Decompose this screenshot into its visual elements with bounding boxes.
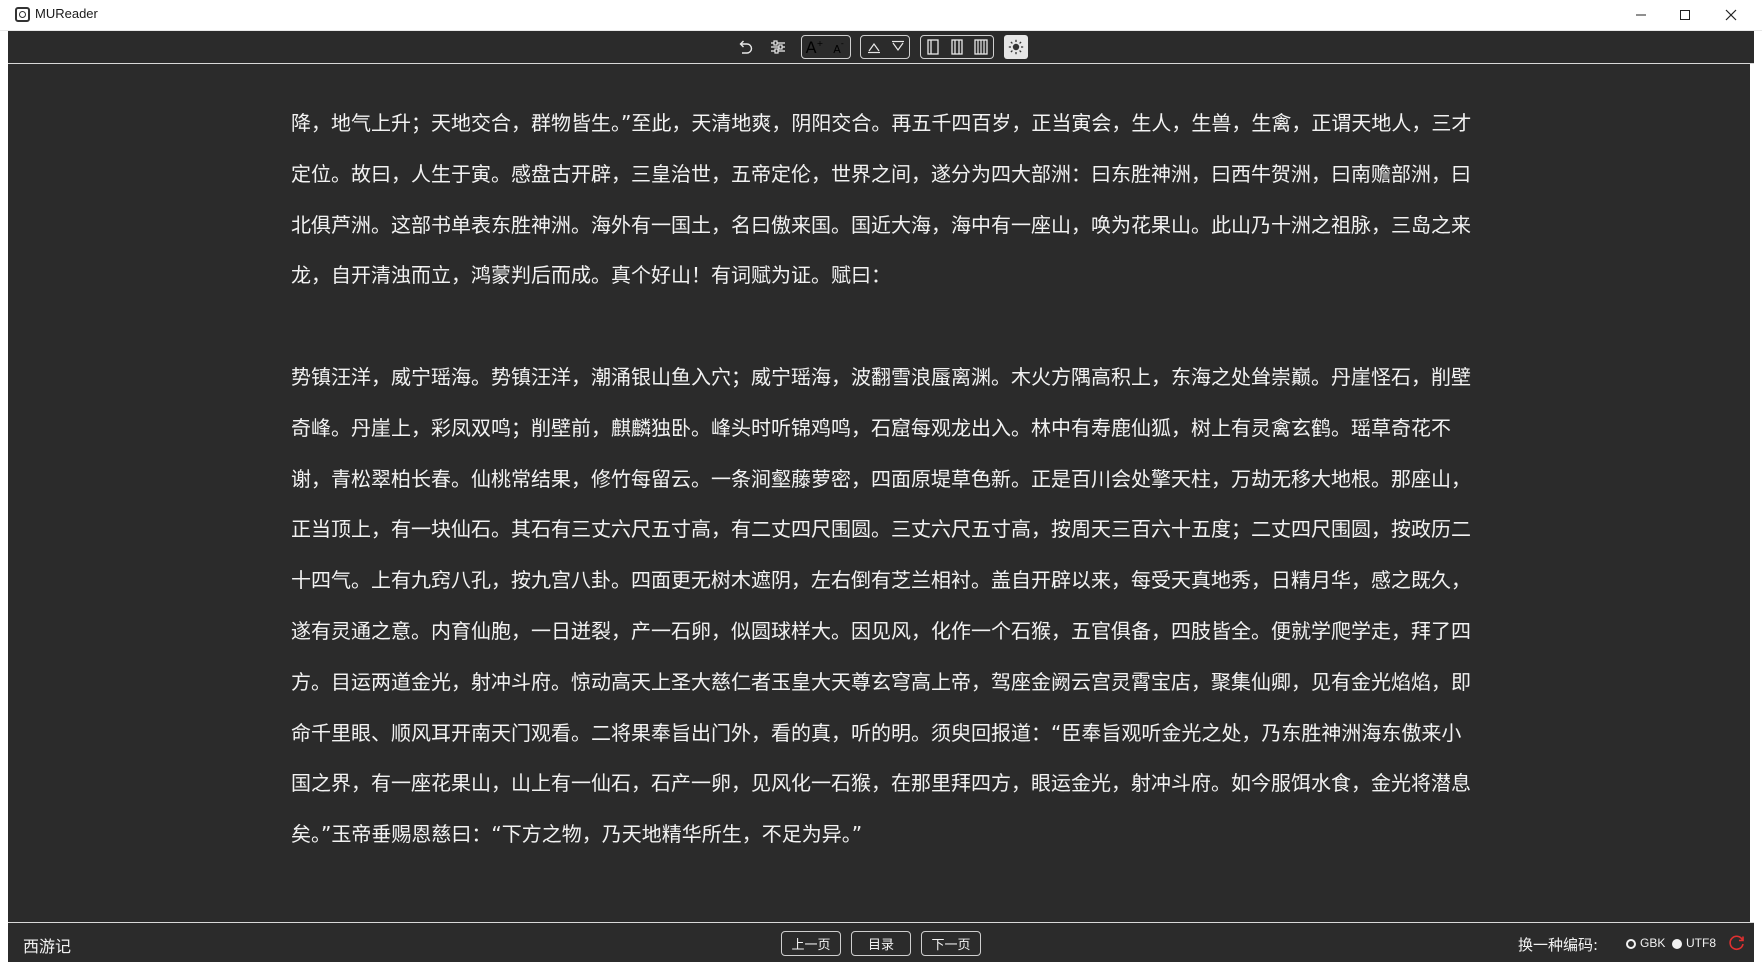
brightness-icon bbox=[1008, 39, 1024, 55]
book-text: 降，地气上升；天地交合，群物皆生。”至此，天清地爽，阴阳交合。再五千四百岁，正当… bbox=[291, 98, 1481, 860]
bottom-bar: 西游记 上一页 目录 下一页 换一种编码: GBK UTF8 bbox=[8, 922, 1754, 962]
sliders-icon bbox=[771, 40, 785, 54]
minus-icon: - bbox=[840, 38, 844, 48]
line-spacing-up-button[interactable] bbox=[861, 36, 886, 58]
line-spacing-group bbox=[860, 35, 910, 59]
encoding-gbk-radio[interactable] bbox=[1626, 939, 1636, 949]
maximize-button[interactable] bbox=[1662, 0, 1708, 30]
double-column-icon bbox=[951, 39, 963, 55]
font-size-group: A + A- bbox=[801, 35, 851, 59]
line-spacing-down-button[interactable] bbox=[886, 36, 909, 58]
undo-icon bbox=[739, 40, 753, 54]
window-titlebar: MUReader bbox=[0, 0, 1762, 31]
encoding-label: 换一种编码: bbox=[1518, 936, 1599, 954]
close-button[interactable] bbox=[1708, 0, 1754, 30]
font-increase-label: A bbox=[805, 37, 817, 57]
single-column-icon bbox=[927, 39, 939, 55]
encoding-utf8-label[interactable]: UTF8 bbox=[1686, 936, 1716, 950]
font-decrease-button[interactable]: A- bbox=[827, 36, 850, 58]
column-layout-group bbox=[920, 35, 994, 59]
encoding-utf8-radio[interactable] bbox=[1672, 939, 1682, 949]
paragraph: 降，地气上升；天地交合，群物皆生。”至此，天清地爽，阴阳交合。再五千四百岁，正当… bbox=[291, 111, 1472, 288]
reader-app: A + A- 降，地气上升；天地交合，群物皆生。”至此，天清地爽，阴阳交合。再五… bbox=[8, 31, 1754, 962]
minimize-icon bbox=[1636, 14, 1646, 16]
minimize-button[interactable] bbox=[1618, 0, 1664, 30]
paragraph: 势镇汪洋，威宁瑶海。势镇汪洋，潮涌银山鱼入穴；威宁瑶海，波翻雪浪蜃离渊。木火方隅… bbox=[291, 364, 1471, 847]
font-increase-button[interactable]: A + bbox=[802, 36, 827, 58]
settings-button[interactable] bbox=[766, 35, 790, 59]
refresh-button[interactable] bbox=[1728, 934, 1746, 956]
double-column-button[interactable] bbox=[945, 36, 969, 58]
font-decrease-label: A bbox=[833, 42, 841, 56]
toolbar: A + A- bbox=[8, 31, 1754, 64]
single-column-button[interactable] bbox=[921, 36, 945, 58]
triple-column-button[interactable] bbox=[969, 36, 993, 58]
plus-icon: + bbox=[816, 38, 824, 48]
next-page-button[interactable]: 下一页 bbox=[921, 931, 981, 956]
encoding-gbk-label[interactable]: GBK bbox=[1640, 936, 1665, 950]
undo-button[interactable] bbox=[733, 35, 757, 59]
reading-area[interactable]: 降，地气上升；天地交合，群物皆生。”至此，天清地爽，阴阳交合。再五千四百岁，正当… bbox=[8, 64, 1754, 922]
triangle-down-icon bbox=[891, 40, 904, 52]
window-title: MUReader bbox=[35, 6, 98, 21]
theme-toggle-button[interactable] bbox=[1004, 35, 1028, 59]
triangle-up-icon bbox=[867, 42, 880, 54]
close-icon bbox=[1725, 9, 1737, 21]
refresh-icon bbox=[1729, 935, 1744, 951]
maximize-icon bbox=[1680, 10, 1690, 20]
scrollbar[interactable] bbox=[1750, 64, 1754, 922]
triple-column-icon bbox=[974, 39, 988, 55]
book-title: 西游记 bbox=[23, 937, 72, 956]
prev-page-button[interactable]: 上一页 bbox=[781, 931, 841, 956]
app-logo-icon bbox=[15, 7, 30, 22]
toc-button[interactable]: 目录 bbox=[851, 931, 911, 956]
